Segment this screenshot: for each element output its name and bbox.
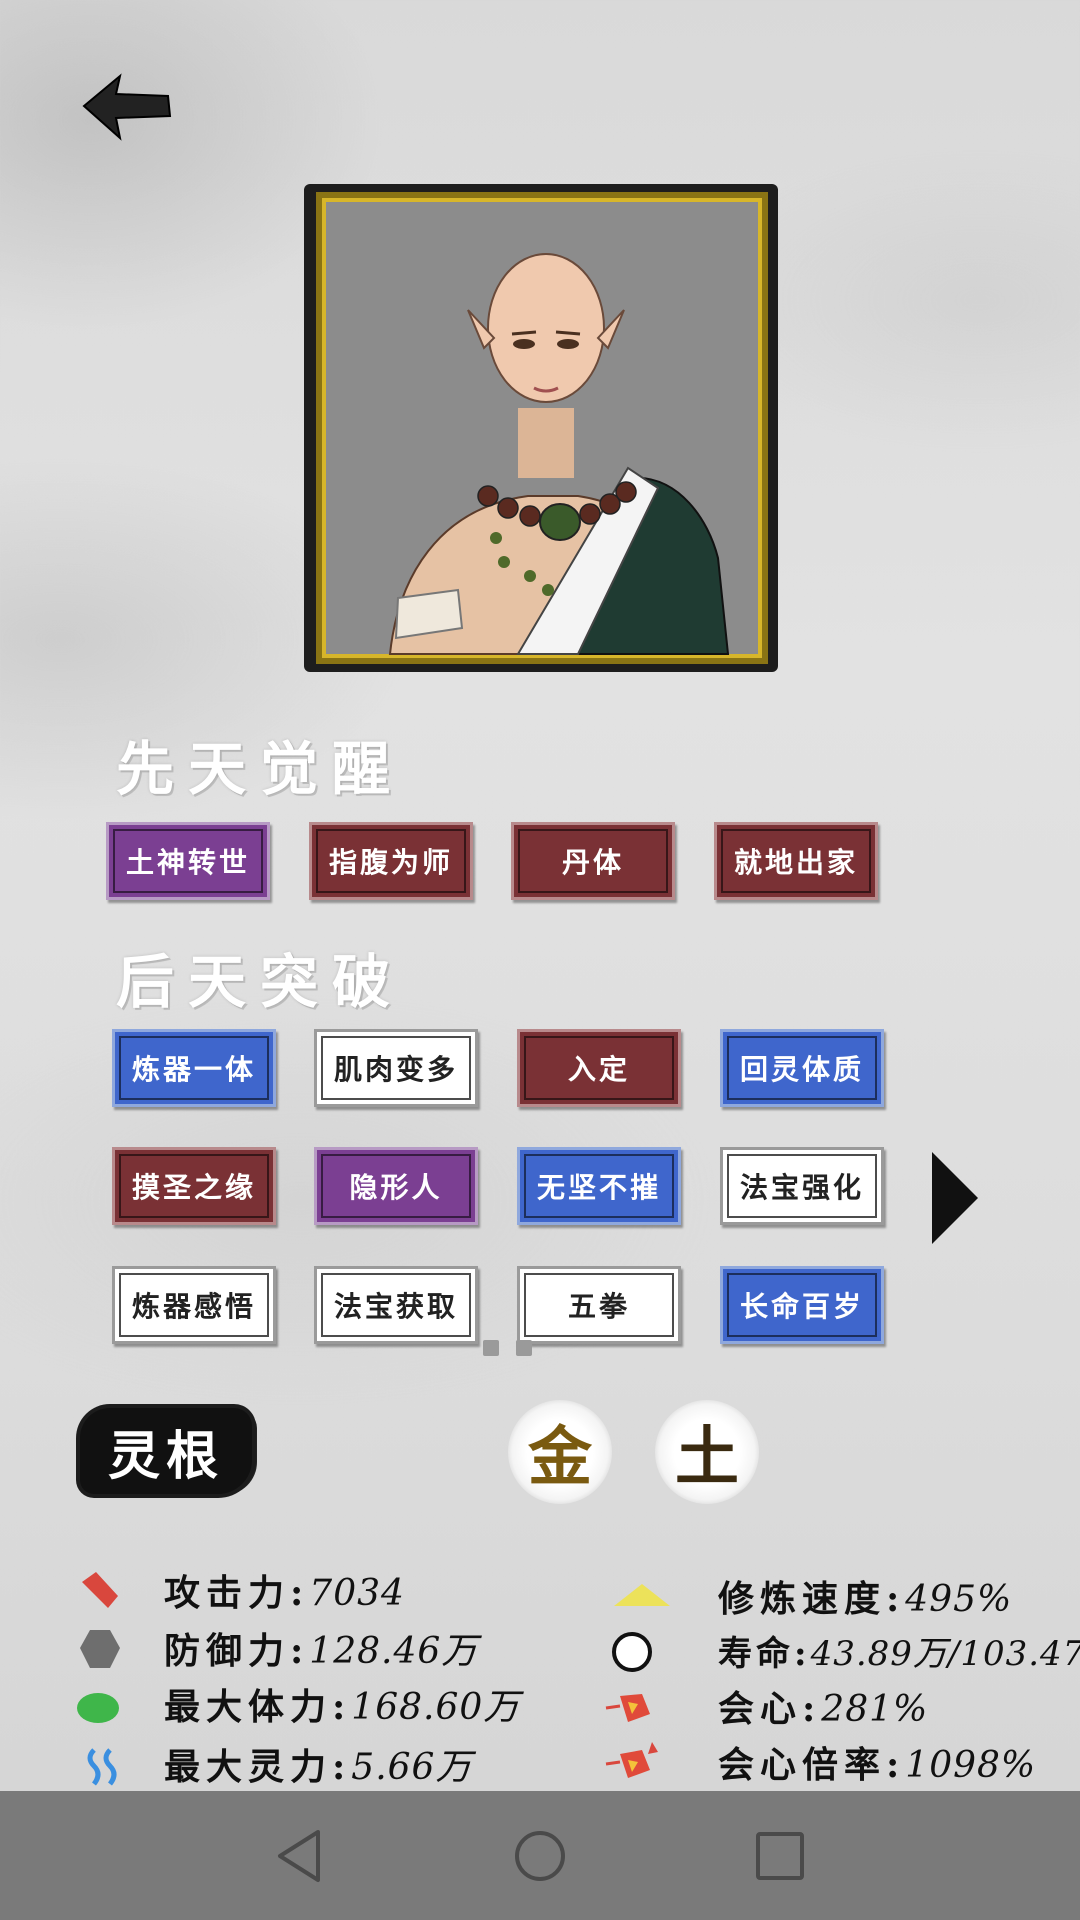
stat-lifespan: 寿命:43.89万/103.47万 — [718, 1626, 1080, 1675]
crit-multiplier-icon — [605, 1742, 658, 1778]
acquired-trait-12[interactable]: 长命百岁 — [720, 1266, 884, 1344]
stat-attack-value: 7034 — [309, 1573, 405, 1614]
acquired-trait-1[interactable]: 炼器一体 — [112, 1029, 276, 1107]
acquired-trait-3[interactable]: 入定 — [517, 1029, 681, 1107]
nav-back-icon[interactable] — [270, 1826, 330, 1886]
stat-crit-multiplier: 会心倍率:1098% — [718, 1736, 1036, 1788]
stat-crit-label: 会心: — [718, 1688, 822, 1730]
health-icon — [77, 1693, 119, 1723]
stat-max-spirit-value: 5.66万 — [351, 1747, 473, 1788]
stat-max-spirit-label: 最大灵力: — [164, 1746, 352, 1788]
nav-recents-icon[interactable] — [750, 1826, 810, 1886]
acquired-trait-2[interactable]: 肌肉变多 — [314, 1029, 478, 1107]
spirit-root-metal: 金 — [508, 1400, 612, 1504]
attack-icon — [82, 1572, 118, 1608]
acquired-trait-6[interactable]: 隐形人 — [314, 1147, 478, 1225]
acquired-breakthrough-title: 后天突破 — [116, 948, 405, 1016]
crit-icon — [605, 1694, 650, 1722]
stat-defense-value: 128.46万 — [309, 1631, 479, 1672]
stat-defense: 防御力:128.46万 — [164, 1622, 478, 1674]
innate-trait-4[interactable]: 就地出家 — [714, 822, 878, 900]
character-portrait — [304, 184, 778, 672]
stat-cultivation-speed-value: 495% — [905, 1579, 1013, 1620]
speed-icon — [614, 1584, 670, 1606]
stat-max-spirit: 最大灵力:5.66万 — [164, 1738, 472, 1790]
page-indicator-dot-1 — [483, 1340, 499, 1356]
stat-max-hp-value: 168.60万 — [351, 1687, 521, 1728]
stat-cultivation-speed: 修炼速度:495% — [718, 1570, 1012, 1622]
acquired-trait-4[interactable]: 回灵体质 — [720, 1029, 884, 1107]
stat-attack: 攻击力:7034 — [164, 1564, 405, 1616]
acquired-trait-11[interactable]: 五拳 — [517, 1266, 681, 1344]
lifespan-icon — [612, 1632, 652, 1672]
nav-home-icon[interactable] — [510, 1826, 570, 1886]
acquired-trait-10[interactable]: 法宝获取 — [314, 1266, 478, 1344]
stat-lifespan-value: 43.89万/103.47万 — [810, 1634, 1080, 1674]
acquired-trait-5[interactable]: 摸圣之缘 — [112, 1147, 276, 1225]
acquired-trait-7[interactable]: 无坚不摧 — [517, 1147, 681, 1225]
stat-cultivation-speed-label: 修炼速度: — [718, 1578, 906, 1620]
next-page-arrow-icon[interactable] — [930, 1150, 980, 1246]
acquired-trait-8[interactable]: 法宝强化 — [720, 1147, 884, 1225]
defense-icon — [80, 1630, 120, 1668]
stat-crit-multiplier-value: 1098% — [905, 1745, 1037, 1786]
innate-trait-2[interactable]: 指腹为师 — [309, 822, 473, 900]
acquired-trait-9[interactable]: 炼器感悟 — [112, 1266, 276, 1344]
stat-defense-label: 防御力: — [164, 1630, 310, 1672]
back-arrow-icon[interactable] — [80, 72, 172, 142]
innate-trait-1[interactable]: 土神转世 — [106, 822, 270, 900]
innate-trait-3[interactable]: 丹体 — [511, 822, 675, 900]
stat-attack-label: 攻击力: — [164, 1572, 310, 1614]
spirit-root-earth: 土 — [655, 1400, 759, 1504]
stat-max-hp-label: 最大体力: — [164, 1686, 352, 1728]
stat-max-hp: 最大体力:168.60万 — [164, 1678, 520, 1730]
stat-crit-value: 281% — [821, 1689, 929, 1730]
stat-crit-multiplier-label: 会心倍率: — [718, 1744, 906, 1786]
stat-lifespan-label: 寿命: — [718, 1634, 811, 1674]
stat-crit: 会心:281% — [718, 1680, 928, 1732]
page-indicator-dot-2 — [516, 1340, 532, 1356]
spirit-icon — [87, 1748, 117, 1786]
spirit-root-label: 灵根 — [80, 1408, 252, 1494]
innate-awakening-title: 先天觉醒 — [116, 735, 405, 803]
